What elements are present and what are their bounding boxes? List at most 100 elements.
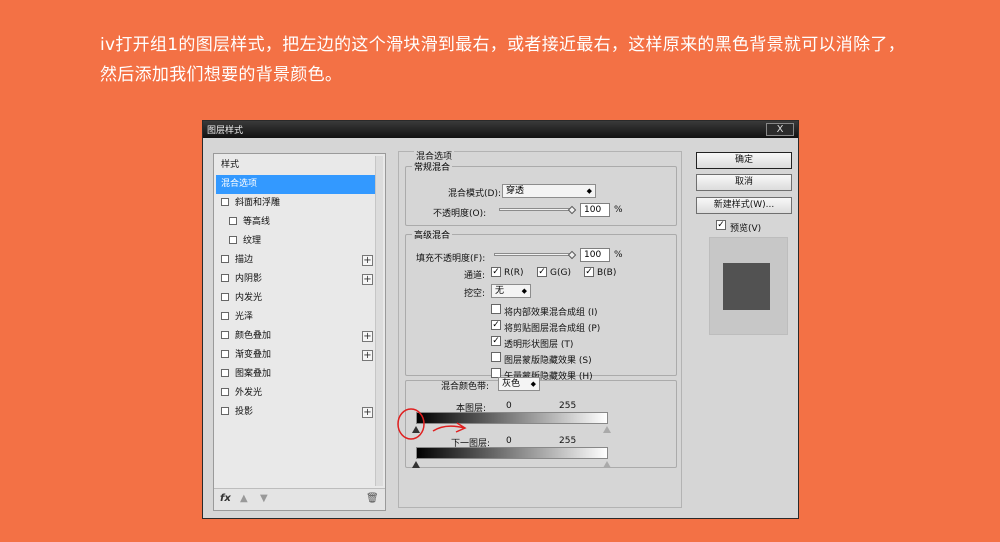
instruction-text: iv打开组1的图层样式，把左边的这个滑块滑到最右，或者接近最右，这样原来的黑色背… [100, 35, 905, 85]
checkbox[interactable] [221, 197, 229, 206]
style-item-drop-shadow[interactable]: 投影 + [216, 403, 375, 422]
style-item-pattern-overlay[interactable]: 图案叠加 [216, 365, 375, 384]
style-item-inner-glow[interactable]: 内发光 [216, 289, 375, 308]
add-icon[interactable]: + [362, 274, 373, 285]
checkbox[interactable] [221, 273, 229, 282]
style-item-label: 渐变叠加 [235, 350, 272, 360]
style-item-satin[interactable]: 光泽 [216, 308, 375, 327]
opacity-input[interactable]: 100 [580, 203, 610, 217]
underlying-layer-black-slider[interactable] [412, 461, 420, 468]
move-down-icon[interactable]: ▼ [260, 493, 268, 504]
style-item-label: 图案叠加 [235, 369, 272, 379]
channel-b-label: B(B) [597, 268, 617, 278]
underlying-layer-min: 0 [506, 436, 512, 446]
annotation-circle [397, 408, 425, 440]
layer-mask-hides-label: 图层蒙版隐藏效果 (S) [504, 356, 592, 366]
style-preview [709, 237, 788, 335]
preview-checkbox[interactable]: ✓ [716, 220, 726, 230]
move-up-icon[interactable]: ▲ [240, 493, 248, 504]
fx-icon[interactable]: fx [220, 493, 231, 504]
add-icon[interactable]: + [362, 255, 373, 266]
blend-mode-select[interactable]: 穿透 ◆ [502, 184, 596, 198]
dialog-titlebar: 图层样式 X [203, 121, 798, 138]
annotation-arrow-icon [432, 422, 467, 433]
fill-opacity-slider[interactable] [494, 253, 572, 256]
checkbox[interactable] [229, 235, 237, 244]
advanced-blending-group: 高级混合 填充不透明度(F): 100 % 通道: ✓ R(R) ✓ G(G) … [405, 228, 677, 382]
chevron-down-icon: ◆ [586, 187, 592, 195]
style-item-bevel-emboss[interactable]: 斜面和浮雕 [216, 194, 375, 213]
styles-footer: fx ▲ ▼ 🗑 [214, 488, 385, 510]
blend-interior-label: 将内部效果混合成组 (I) [504, 308, 598, 318]
layer-mask-hides-checkbox[interactable] [491, 352, 501, 362]
style-item-label: 斜面和浮雕 [235, 198, 281, 208]
style-item-blending-options[interactable]: 混合选项 [216, 175, 375, 194]
blend-if-select[interactable]: 灰色 ◆ [498, 377, 540, 391]
style-item-label: 内发光 [235, 293, 263, 303]
underlying-layer-max: 255 [559, 436, 577, 446]
checkbox[interactable] [229, 216, 237, 225]
style-item-label: 混合选项 [221, 179, 258, 189]
dialog-title: 图层样式 [207, 126, 244, 136]
channel-g-checkbox[interactable]: ✓ [537, 267, 547, 277]
fill-opacity-slider-knob[interactable] [567, 250, 577, 260]
checkbox[interactable] [221, 368, 229, 377]
style-item-gradient-overlay[interactable]: 渐变叠加 + [216, 346, 375, 365]
checkbox[interactable] [221, 406, 229, 415]
channel-b-checkbox[interactable]: ✓ [584, 267, 594, 277]
fill-opacity-input[interactable]: 100 [580, 248, 610, 262]
styles-header-label: 样式 [221, 160, 240, 170]
blend-if-value: 灰色 [502, 379, 521, 389]
opacity-slider[interactable] [499, 208, 572, 211]
style-item-contour[interactable]: 等高线 [216, 213, 375, 232]
this-layer-min: 0 [506, 401, 512, 411]
style-item-label: 颜色叠加 [235, 331, 272, 341]
styles-scrollbar[interactable] [375, 156, 383, 486]
styles-list: 样式 混合选项 斜面和浮雕 等高线 纹理 描边 + 内阴影 + 内发光 光泽 颜色叠… [213, 153, 386, 511]
style-item-label: 投影 [235, 407, 254, 417]
knockout-select[interactable]: 无 ◆ [491, 284, 531, 298]
knockout-label: 挖空: [464, 289, 486, 299]
percent-label: % [614, 205, 623, 215]
underlying-layer-white-slider[interactable] [603, 461, 611, 468]
checkbox[interactable] [221, 349, 229, 358]
checkbox[interactable] [221, 387, 229, 396]
new-style-button[interactable]: 新建样式(W)... [696, 197, 792, 214]
group-title: 常规混合 [412, 160, 453, 173]
style-item-label: 光泽 [235, 312, 254, 322]
style-item-color-overlay[interactable]: 颜色叠加 + [216, 327, 375, 346]
checkbox[interactable] [221, 292, 229, 301]
general-blending-group: 常规混合 混合模式(D): 穿透 ◆ 不透明度(O): 100 % [405, 160, 677, 226]
ok-button[interactable]: 确定 [696, 152, 792, 169]
opacity-slider-knob[interactable] [567, 205, 577, 215]
add-icon[interactable]: + [362, 350, 373, 361]
blend-clipped-checkbox[interactable]: ✓ [491, 320, 501, 330]
transparency-shapes-label: 透明形状图层 (T) [504, 340, 574, 350]
blend-interior-checkbox[interactable] [491, 304, 501, 314]
checkbox[interactable] [221, 330, 229, 339]
cancel-button[interactable]: 取消 [696, 174, 792, 191]
blend-clipped-label: 将剪贴图层混合成组 (P) [504, 324, 601, 334]
style-item-label: 外发光 [235, 388, 263, 398]
close-button[interactable]: X [766, 123, 794, 136]
style-item-label: 纹理 [243, 236, 262, 246]
add-icon[interactable]: + [362, 331, 373, 342]
fill-opacity-label: 填充不透明度(F): [416, 254, 486, 264]
knockout-value: 无 [495, 286, 505, 296]
checkbox[interactable] [221, 254, 229, 263]
transparency-shapes-checkbox[interactable]: ✓ [491, 336, 501, 346]
this-layer-white-slider[interactable] [603, 426, 611, 433]
style-item-inner-shadow[interactable]: 内阴影 + [216, 270, 375, 289]
add-icon[interactable]: + [362, 407, 373, 418]
channel-r-checkbox[interactable]: ✓ [491, 267, 501, 277]
channels-label: 通道: [464, 271, 486, 281]
trash-icon[interactable]: 🗑 [366, 493, 379, 504]
percent-label: % [614, 250, 623, 260]
channel-r-label: R(R) [504, 268, 524, 278]
style-item-outer-glow[interactable]: 外发光 [216, 384, 375, 403]
style-item-texture[interactable]: 纹理 [216, 232, 375, 251]
blend-if-label: 混合颜色带: [441, 382, 490, 392]
styles-header[interactable]: 样式 [216, 156, 375, 175]
style-item-stroke[interactable]: 描边 + [216, 251, 375, 270]
checkbox[interactable] [221, 311, 229, 320]
